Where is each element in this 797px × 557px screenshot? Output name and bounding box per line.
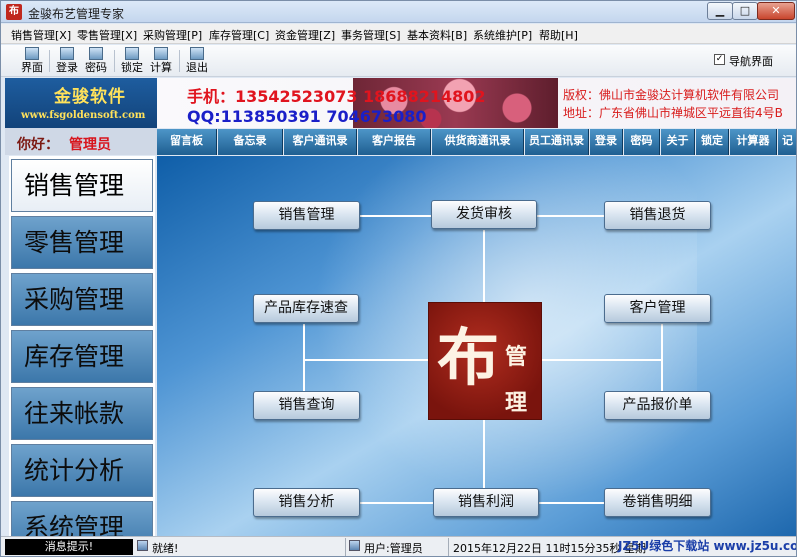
quick-lock[interactable]: 锁定	[696, 129, 729, 155]
toolbar-separator	[114, 50, 115, 72]
quick-staff-contacts[interactable]: 员工通讯录	[525, 129, 589, 155]
address-text: 地址：广东省佛山市禅城区平远直街4号B	[563, 106, 783, 120]
sidebar-item-system[interactable]: 系统管理	[11, 501, 153, 536]
toolbar-label: 界面	[21, 61, 43, 74]
flow-sales-return-button[interactable]: 销售退货	[604, 201, 711, 230]
quick-login[interactable]: 登录	[590, 129, 623, 155]
quick-supplier-contacts[interactable]: 供货商通讯录	[432, 129, 524, 155]
sidebar-item-inventory[interactable]: 库存管理	[11, 330, 153, 383]
sidebar-item-statistics[interactable]: 统计分析	[11, 444, 153, 497]
maximize-button[interactable]: □	[732, 2, 758, 20]
greeting-label: 你好：	[17, 137, 59, 153]
exit-icon	[190, 47, 204, 60]
window-title: 金骏布艺管理专家	[28, 7, 125, 21]
nav-view-checkbox[interactable]: ✓	[714, 54, 725, 65]
site-watermark: JZ5U绿色下载站 www.jz5u.com	[618, 539, 797, 553]
flow-shipment-review-button[interactable]: 发货审核	[431, 200, 537, 229]
flow-line	[303, 359, 429, 361]
toolbar-lock-button[interactable]: 锁定	[118, 47, 146, 75]
nav-view-checkbox-label[interactable]: 导航界面	[729, 53, 773, 69]
interface-icon	[25, 47, 39, 60]
contact-phone: 手机：13542523073 18688214802	[187, 87, 486, 106]
toolbar-interface-button[interactable]: 界面	[18, 47, 46, 75]
toolbar-label: 计算	[150, 61, 172, 74]
menu-help[interactable]: 帮助[H]	[539, 27, 578, 43]
toolbar-exit-button[interactable]: 退出	[183, 47, 211, 75]
sidebar-item-purchase[interactable]: 采购管理	[11, 273, 153, 326]
toolbar-separator	[179, 50, 180, 72]
quick-record[interactable]: 记	[778, 129, 796, 155]
sidebar-item-accounts[interactable]: 往来帐款	[11, 387, 153, 440]
center-logo-char-bottom: 理	[505, 390, 528, 416]
login-icon	[60, 47, 74, 60]
greeting-user: 管理员	[69, 137, 111, 153]
calculator-icon	[154, 47, 168, 60]
flow-sales-query-button[interactable]: 销售查询	[253, 391, 360, 420]
quick-about[interactable]: 关于	[661, 129, 695, 155]
quick-customer-contacts[interactable]: 客户通讯录	[284, 129, 357, 155]
status-separator	[448, 538, 449, 556]
status-ready-icon	[137, 540, 148, 551]
toolbar-label: 密码	[85, 61, 107, 74]
toolbar-separator	[49, 50, 50, 72]
contact-qq: QQ:113850391 704673080	[187, 107, 427, 126]
minimize-button[interactable]: ▁	[707, 2, 733, 20]
sidebar: 销售管理 零售管理 采购管理 库存管理 往来帐款 统计分析 系统管理	[9, 156, 155, 536]
status-ready: 就绪!	[152, 542, 179, 555]
flow-line	[541, 359, 663, 361]
close-button[interactable]: ✕	[757, 2, 795, 20]
menu-basic-data[interactable]: 基本资料[B]	[407, 27, 467, 43]
status-user: 用户:管理员	[364, 542, 423, 555]
sales-flow-panel: 销售管理 发货审核 销售退货 产品库存速查 客户管理 销售查询 产品报价单 销售…	[157, 156, 796, 536]
center-logo-char-big: 布	[437, 321, 500, 394]
menu-bar: 销售管理[X] 零售管理[X] 采购管理[P] 库存管理[C] 资金管理[Z] …	[1, 24, 796, 44]
quick-password[interactable]: 密码	[624, 129, 660, 155]
toolbar-label: 锁定	[121, 61, 143, 74]
toolbar-login-button[interactable]: 登录	[53, 47, 81, 75]
menu-sales[interactable]: 销售管理[X]	[11, 27, 71, 43]
center-logo-image: 布 管 理	[428, 302, 542, 420]
flow-roll-sales-detail-button[interactable]: 卷销售明细	[604, 488, 711, 517]
company-logo: 金骏软件 www.fsgoldensoft.com	[5, 78, 157, 128]
lock-icon	[125, 47, 139, 60]
quick-memo[interactable]: 备忘录	[218, 129, 283, 155]
toolbar-label: 退出	[186, 61, 208, 74]
flow-customer-management-button[interactable]: 客户管理	[604, 294, 711, 323]
toolbar-label: 登录	[56, 61, 78, 74]
title-bar[interactable]: 布 金骏布艺管理专家 ▁ □ ✕	[1, 1, 796, 23]
menu-inventory[interactable]: 库存管理[C]	[209, 27, 269, 43]
flow-price-list-button[interactable]: 产品报价单	[604, 391, 711, 420]
password-icon	[89, 47, 103, 60]
flow-sales-analysis-button[interactable]: 销售分析	[253, 488, 360, 517]
toolbar-calculator-button[interactable]: 计算	[147, 47, 175, 75]
app-window: 布 金骏布艺管理专家 ▁ □ ✕ 销售管理[X] 零售管理[X] 采购管理[P]…	[0, 0, 797, 557]
menu-system[interactable]: 系统维护[P]	[473, 27, 532, 43]
quick-message-board[interactable]: 留言板	[157, 129, 217, 155]
status-separator	[345, 538, 346, 556]
status-message: 消息提示!	[5, 539, 133, 555]
flow-stock-lookup-button[interactable]: 产品库存速查	[253, 294, 359, 323]
copyright-text: 版权：佛山市金骏达计算机软件有限公司	[563, 88, 780, 102]
status-user-icon	[349, 540, 360, 551]
toolbar-password-button[interactable]: 密码	[82, 47, 110, 75]
company-logo-name: 金骏软件	[54, 87, 126, 107]
center-logo-char-top: 管	[505, 344, 528, 370]
quick-calculator[interactable]: 计算器	[730, 129, 777, 155]
menu-retail[interactable]: 零售管理[X]	[77, 27, 137, 43]
flow-sales-management-button[interactable]: 销售管理	[253, 201, 360, 230]
sidebar-item-sales[interactable]: 销售管理	[11, 159, 153, 212]
flow-sales-profit-button[interactable]: 销售利润	[433, 488, 539, 517]
app-logo-icon: 布	[6, 4, 22, 20]
toolbar: 界面 登录 密码 锁定 计算 退出	[1, 45, 796, 77]
menu-funds[interactable]: 资金管理[Z]	[275, 27, 335, 43]
menu-purchase[interactable]: 采购管理[P]	[143, 27, 202, 43]
sidebar-item-retail[interactable]: 零售管理	[11, 216, 153, 269]
quick-customer-report[interactable]: 客户报告	[358, 129, 431, 155]
company-logo-url: www.fsgoldensoft.com	[21, 110, 146, 121]
menu-affairs[interactable]: 事务管理[S]	[341, 27, 401, 43]
